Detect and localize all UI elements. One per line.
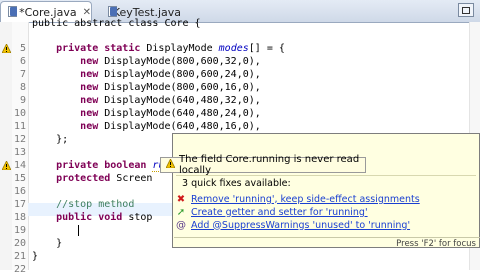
quick-fix-item[interactable]: ➚ Create getter and setter for 'running' (176, 206, 368, 218)
green-arrow-icon: ➚ (176, 206, 186, 218)
text-cursor (78, 225, 79, 236)
line-number: 13 (13, 147, 26, 158)
quick-fix-item[interactable]: ✖ Remove 'running', keep side-effect ass… (176, 193, 420, 205)
popup-footer: Press 'F2' for focus (174, 237, 480, 249)
code-line: protected Screen (32, 173, 153, 184)
code-line: new DisplayMode(800,600,16,0), (80, 82, 261, 93)
line-number: 21 (13, 251, 26, 262)
hover-tooltip: The field Core.running is never read loc… (160, 154, 366, 176)
line-number: 19 (13, 225, 26, 236)
quick-fix-item[interactable]: @ Add @SuppressWarnings 'unused' to 'run… (176, 219, 410, 231)
close-tab-icon[interactable]: ✕ (83, 7, 91, 18)
tooltip-text: The field Core.running is never read loc… (179, 154, 360, 176)
quick-fix-link[interactable]: Add @SuppressWarnings 'unused' to 'runni… (191, 220, 410, 231)
warning-icon[interactable] (2, 161, 11, 170)
code-line: new DisplayMode(800,600,32,0), (80, 56, 261, 67)
at-icon: @ (176, 219, 186, 231)
line-number: 20 (13, 238, 26, 249)
line-number: 6 (19, 56, 26, 67)
code-comment: //stop method (32, 199, 135, 210)
restore-window-icon[interactable] (458, 3, 474, 17)
line-number: 9 (19, 95, 26, 106)
line-number: 15 (13, 173, 26, 184)
line-number: 17 (13, 199, 26, 210)
line-number: 7 (19, 69, 26, 80)
quick-fix-link[interactable]: Create getter and setter for 'running' (191, 207, 368, 218)
warning-icon (165, 158, 176, 171)
code-line-modes: private static DisplayMode modes[] = { (32, 43, 285, 54)
code-line: new DisplayMode(640,480,16,0), (80, 121, 261, 132)
code-line: new DisplayMode(640,480,24,0), (80, 108, 261, 119)
quick-fix-header: 3 quick fixes available: (182, 178, 291, 189)
code-line: } (32, 251, 39, 262)
code-line: public abstract class Core { (32, 18, 201, 29)
tab-label: KeyTest.java (112, 5, 181, 19)
line-number: 11 (13, 121, 26, 132)
quick-fix-link[interactable]: Remove 'running', keep side-effect assig… (191, 194, 420, 205)
code-line: new DisplayMode(800,600,24,0), (80, 69, 261, 80)
java-file-icon (7, 6, 17, 18)
code-line: } (32, 238, 63, 249)
popup-divider (176, 175, 476, 176)
line-number: 12 (13, 134, 26, 145)
line-number: 10 (13, 108, 26, 119)
tab-label: *Core.java (19, 5, 77, 19)
line-number: 8 (19, 82, 26, 93)
java-file-icon (107, 6, 117, 18)
line-number: 18 (13, 212, 26, 223)
warning-icon[interactable] (2, 44, 11, 53)
code-line: new DisplayMode(640,480,32,0), (80, 95, 261, 106)
code-line: }; (32, 134, 69, 145)
code-line: public void stop (32, 212, 153, 223)
line-number: 16 (13, 186, 26, 197)
remove-icon: ✖ (176, 193, 186, 205)
